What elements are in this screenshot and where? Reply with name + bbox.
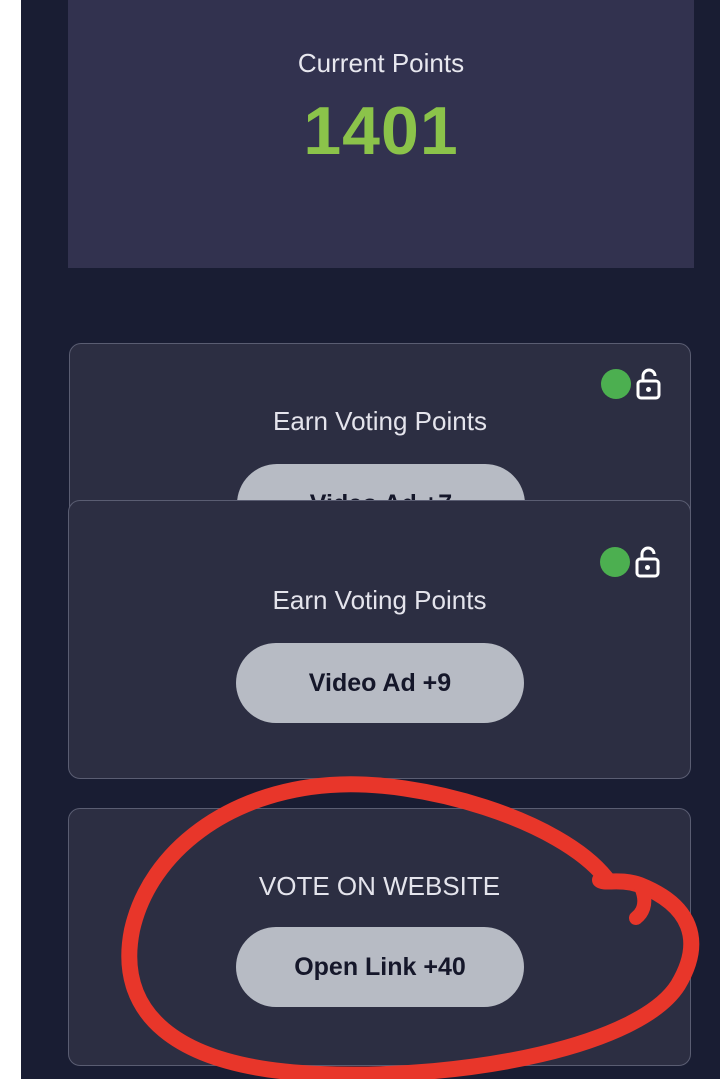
vote-on-website-card: VOTE ON WEBSITE Open Link +40 xyxy=(68,808,691,1066)
card-title: VOTE ON WEBSITE xyxy=(258,871,501,901)
unlock-icon xyxy=(635,546,660,578)
stitch-seam xyxy=(70,538,689,544)
current-points-value: 1401 xyxy=(303,93,459,169)
card-status xyxy=(600,546,662,578)
card-title: Earn Voting Points xyxy=(273,406,487,436)
video-ad-9-button[interactable]: Video Ad +9 xyxy=(236,643,524,723)
card-title: Earn Voting Points xyxy=(272,585,487,615)
unlock-icon xyxy=(636,368,661,400)
green-status-dot-icon xyxy=(601,369,631,399)
card-status xyxy=(601,368,663,400)
stitch-seam-left xyxy=(0,538,21,544)
open-link-40-button[interactable]: Open Link +40 xyxy=(236,927,524,1007)
green-status-dot-icon xyxy=(600,547,630,577)
current-points-label: Current Points xyxy=(297,48,465,78)
